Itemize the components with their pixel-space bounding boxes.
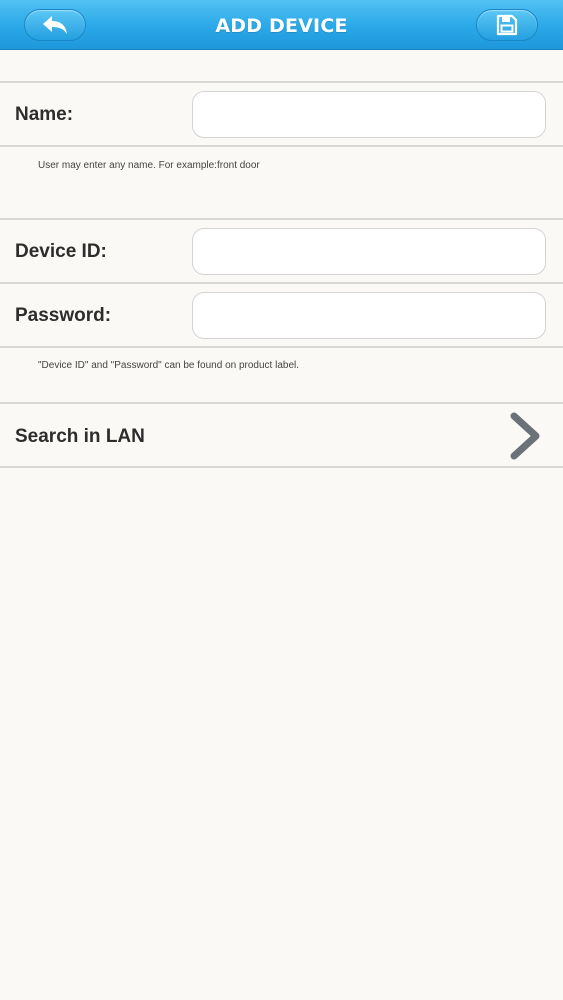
floppy-save-icon	[496, 14, 518, 36]
search-lan-row[interactable]: Search in LAN	[0, 404, 563, 466]
divider	[0, 81, 563, 83]
device-id-input[interactable]	[192, 228, 546, 275]
divider	[0, 282, 563, 284]
save-button[interactable]	[476, 9, 538, 41]
credentials-hint: "Device ID" and "Password" can be found …	[38, 360, 300, 371]
divider	[0, 346, 563, 348]
device-id-label: Device ID:	[15, 241, 107, 262]
divider	[0, 145, 563, 147]
chevron-right-icon	[510, 412, 540, 460]
divider	[0, 466, 563, 468]
password-input[interactable]	[192, 292, 546, 339]
add-device-screen: ADD DEVICE Name: User may enter any name…	[0, 0, 563, 1000]
divider	[0, 218, 563, 220]
name-hint: User may enter any name. For example:fro…	[38, 160, 260, 171]
name-input[interactable]	[192, 91, 546, 138]
name-label: Name:	[15, 104, 74, 125]
password-label: Password:	[15, 305, 112, 326]
header-bar: ADD DEVICE	[0, 0, 563, 50]
search-lan-label: Search in LAN	[15, 426, 145, 447]
